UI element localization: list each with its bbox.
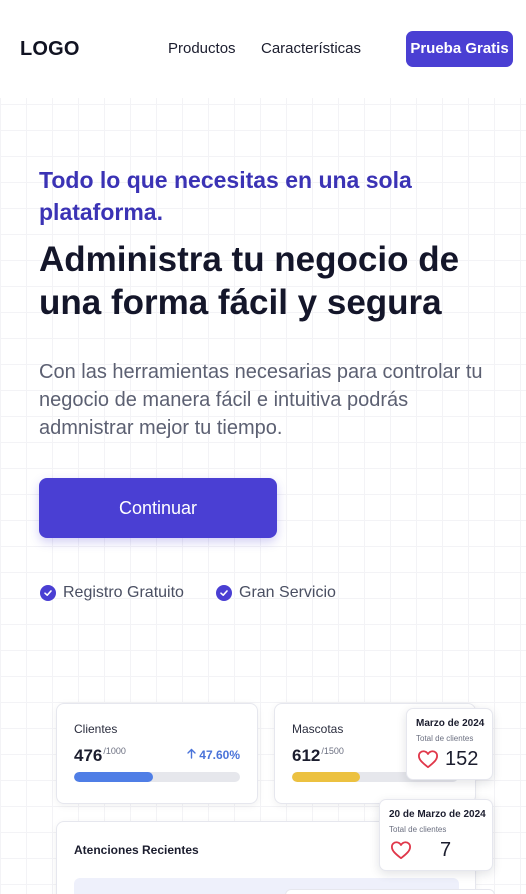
recent-appointments-title: Atenciones Recientes [74, 843, 199, 857]
recent-overlay-card [285, 889, 495, 894]
clientes-total: /1000 [103, 746, 126, 756]
stat-label: Total de clientes [389, 825, 447, 834]
logo[interactable]: LOGO [20, 38, 80, 61]
mascotas-progress-fill [292, 772, 360, 782]
stat-date: 20 de Marzo de 2024 [389, 809, 486, 820]
clientes-value: 476/1000 [74, 746, 126, 765]
hero-title: Administra tu negocio de una forma fácil… [39, 240, 460, 322]
clientes-progress-bar [74, 772, 240, 782]
stat-date: Marzo de 2024 [416, 718, 485, 729]
check-circle-icon [216, 585, 232, 601]
nav-link-productos[interactable]: Productos [168, 40, 236, 57]
navbar: LOGO Productos Características Prueba Gr… [0, 0, 526, 98]
mascotas-value: 612/1500 [292, 746, 344, 765]
clientes-card: Clientes 476/1000 47.60% [56, 703, 258, 804]
clientes-trend: 47.60% [187, 748, 240, 762]
stat-value: 152 [445, 748, 479, 770]
stat-value: 7 [440, 839, 452, 861]
feature-gran-servicio: Gran Servicio [216, 584, 336, 602]
check-circle-icon [40, 585, 56, 601]
free-trial-button[interactable]: Prueba Gratis [406, 31, 513, 67]
mascotas-total: /1500 [321, 746, 344, 756]
stat-popup-day: 20 de Marzo de 2024 Total de clientes 7 [379, 799, 493, 871]
feature-label: Registro Gratuito [63, 584, 184, 601]
clientes-trend-value: 47.60% [199, 748, 240, 762]
heart-icon [417, 750, 438, 769]
feature-label: Gran Servicio [239, 584, 336, 601]
continue-button[interactable]: Continuar [39, 478, 277, 538]
mascotas-label: Mascotas [292, 722, 344, 736]
nav-link-caracteristicas[interactable]: Características [261, 40, 361, 57]
clientes-progress-fill [74, 772, 154, 782]
hero-eyebrow: Todo lo que necesitas en una sola plataf… [39, 167, 412, 225]
feature-registro-gratuito: Registro Gratuito [40, 584, 184, 602]
arrow-up-icon [187, 748, 199, 762]
stat-label: Total de clientes [416, 734, 474, 743]
heart-icon [390, 841, 411, 860]
hero-description: Con las herramientas necesarias para con… [39, 361, 483, 439]
clientes-label: Clientes [74, 722, 118, 736]
stat-popup-month: Marzo de 2024 Total de clientes 152 [406, 708, 493, 780]
